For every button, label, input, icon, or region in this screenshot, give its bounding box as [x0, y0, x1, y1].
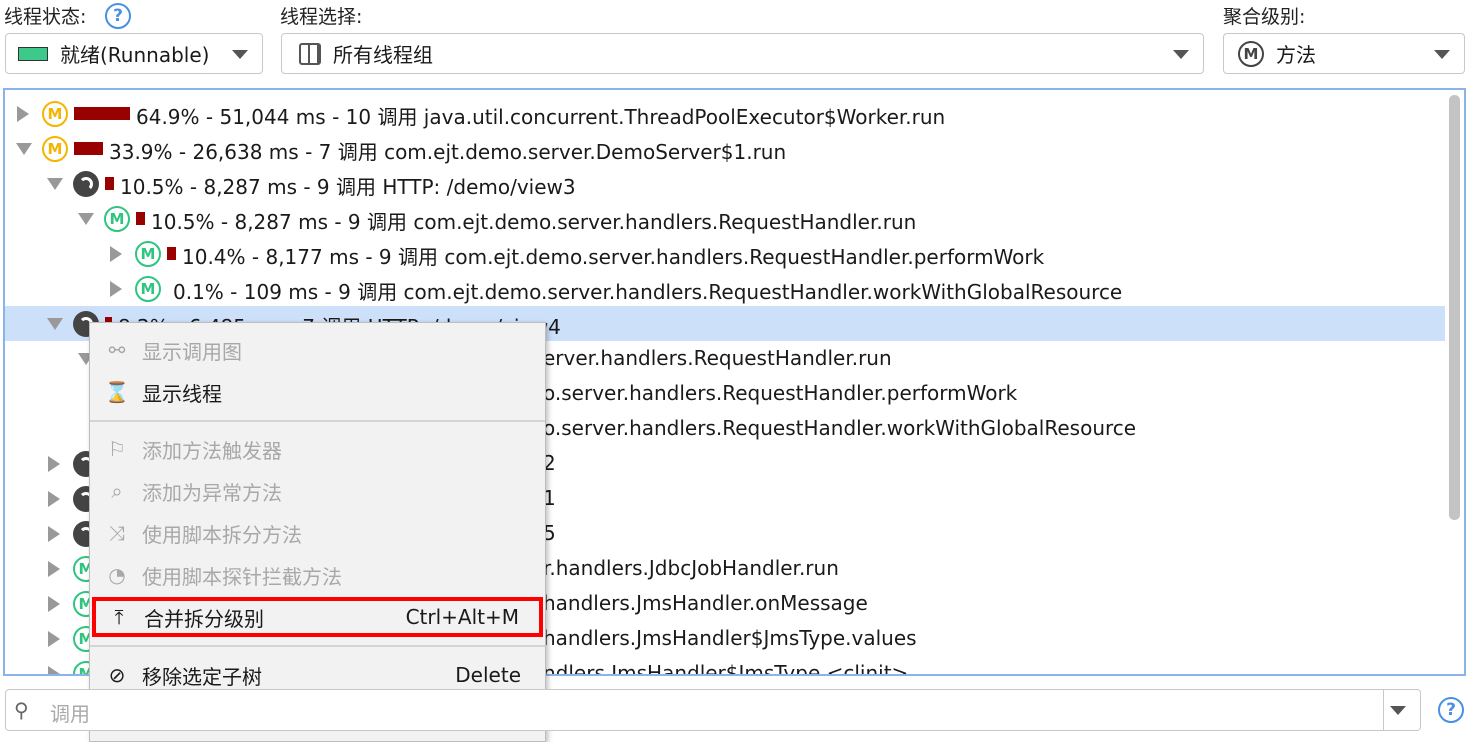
menu-item-label: 使用脚本拆分方法 [142, 522, 302, 547]
row-label: 10.5% - 8,287 ms - 9 调用 com.ejt.demo.ser… [151, 210, 917, 234]
expand-toggle-icon[interactable] [48, 666, 60, 674]
row-label-partial: o.server.handlers.RequestHandler.workWit… [543, 416, 1137, 440]
expand-toggle-icon[interactable] [17, 106, 29, 122]
menu-item-label: 合并拆分级别 [144, 606, 264, 631]
thread-select-label: 线程选择: [280, 6, 363, 28]
search-help-icon[interactable]: ? [1438, 697, 1464, 723]
thread-icon: ⌛ [104, 380, 130, 404]
expand-toggle-icon[interactable] [110, 281, 122, 297]
row-label-partial: ndlers.JmsHandler$JmsType.<clinit> [543, 661, 909, 676]
menu-item-label: 显示线程 [142, 381, 222, 406]
thread-state-label: 线程状态: [4, 6, 87, 28]
row-label-partial: handlers.JmsHandler.onMessage [543, 591, 868, 615]
call-graph-icon: ⚯ [108, 338, 126, 362]
method-icon: M [1238, 40, 1264, 67]
menu-item[interactable]: ◔ 使用脚本探针拦截方法 [90, 554, 545, 596]
aggregation-label: 聚合级别: [1223, 6, 1306, 28]
search-history-dropdown[interactable] [1390, 706, 1406, 715]
menu-item-label: 移除选定子树 [142, 664, 262, 689]
menu-item-shortcut: Ctrl+Alt+M [405, 605, 519, 629]
thread-select-dropdown[interactable]: 所有线程组 [281, 33, 1204, 74]
thread-state-value: 就绪(Runnable) [60, 43, 210, 67]
method-icon: M [104, 206, 130, 232]
menu-item[interactable]: ⌕ 添加为异常方法 [90, 470, 545, 512]
row-label: 10.4% - 8,177 ms - 9 调用 com.ejt.demo.ser… [182, 245, 1045, 269]
eye-slash-icon: ⊘ [108, 663, 126, 687]
tree-row[interactable]: M 0.1% - 109 ms - 9 调用 com.ejt.demo.serve… [5, 271, 1445, 306]
thread-select-value: 所有线程组 [333, 43, 433, 67]
flag-icon: ⚐ [108, 437, 126, 461]
collapse-toggle-icon[interactable] [78, 213, 94, 225]
split-icon: ⤨ [109, 521, 125, 545]
search-field[interactable]: ⚲ 调用 [5, 689, 1421, 731]
percentage-bar [105, 177, 114, 190]
gauge-icon: ◔ [108, 563, 126, 587]
menu-item[interactable]: ⌛ 显示线程 [90, 371, 545, 413]
scrollbar-thumb[interactable] [1449, 95, 1460, 520]
method-icon: M [135, 276, 161, 302]
collapse-toggle-icon[interactable] [16, 143, 32, 155]
merge-icon: ⤒ [114, 605, 124, 629]
runnable-color-swatch [18, 46, 48, 61]
exception-search-icon: ⌕ [111, 479, 123, 503]
expand-toggle-icon[interactable] [48, 596, 60, 612]
tree-row[interactable]: M 10.5% - 8,287 ms - 9 调用 com.ejt.demo.se… [5, 201, 1445, 236]
menu-item[interactable]: ⤨ 使用脚本拆分方法 [90, 512, 545, 554]
aggregation-value: 方法 [1276, 43, 1316, 67]
tree-row[interactable]: M 10.4% - 8,177 ms - 9 调用 com.ejt.demo.se… [5, 236, 1445, 271]
row-label-partial: o.server.handlers.RequestHandler.perform… [543, 381, 1018, 405]
thread-state-dropdown[interactable]: 就绪(Runnable) [5, 33, 263, 74]
aggregation-dropdown[interactable]: M 方法 [1223, 33, 1465, 74]
tree-row[interactable]: 10.5% - 8,287 ms - 9 调用 HTTP: /demo/view… [5, 166, 1445, 201]
menu-separator [90, 420, 545, 422]
row-label: 64.9% - 51,044 ms - 10 调用 java.util.conc… [136, 105, 946, 129]
expand-toggle-icon[interactable] [48, 526, 60, 542]
menu-item-label: 显示调用图 [142, 339, 242, 364]
collapse-toggle-icon[interactable] [47, 318, 63, 330]
row-label: 10.5% - 8,287 ms - 9 调用 HTTP: /demo/view… [120, 175, 576, 199]
help-icon[interactable]: ? [105, 3, 131, 29]
divider [1383, 690, 1384, 730]
expand-toggle-icon[interactable] [48, 456, 60, 472]
method-icon: M [135, 241, 161, 267]
method-icon: M [42, 136, 68, 162]
percentage-bar [74, 107, 130, 120]
menu-item-shortcut: Delete [455, 663, 521, 687]
row-label: 0.1% - 109 ms - 9 调用 com.ejt.demo.server… [173, 280, 1123, 304]
expand-toggle-icon[interactable] [48, 491, 60, 507]
row-label-partial: handlers.JmsHandler$JmsType.values [543, 626, 917, 650]
expand-toggle-icon[interactable] [48, 631, 60, 647]
method-icon: M [42, 101, 68, 127]
chevron-down-icon [1173, 50, 1189, 59]
menu-item[interactable]: ⤒ 合并拆分级别 Ctrl+Alt+M [92, 597, 543, 637]
menu-item-label: 使用脚本探针拦截方法 [142, 564, 342, 589]
menu-separator [90, 645, 545, 647]
percentage-bar [136, 212, 145, 225]
search-placeholder: 调用 [50, 702, 90, 726]
collapse-toggle-icon[interactable] [47, 178, 63, 190]
menu-item-label: 添加为异常方法 [142, 480, 282, 505]
percentage-bar [167, 247, 176, 260]
expand-toggle-icon[interactable] [48, 561, 60, 577]
tree-row[interactable]: M 33.9% - 26,638 ms - 7 调用 com.ejt.demo.s… [5, 131, 1445, 166]
thread-group-icon [299, 42, 321, 65]
row-label-partial: erver.handlers.RequestHandler.run [543, 346, 892, 370]
row-label: 33.9% - 26,638 ms - 7 调用 com.ejt.demo.se… [109, 140, 787, 164]
search-icon: ⚲ [14, 698, 29, 722]
tree-row[interactable]: M 64.9% - 51,044 ms - 10 调用 java.util.con… [5, 96, 1445, 131]
chevron-down-icon [1434, 50, 1450, 59]
context-menu: ⚯ 显示调用图 ⌛ 显示线程 ⚐ 添加方法触发器 ⌕ 添加为异常方法 ⤨ 使用脚本拆分方法 ◔ 使用脚… [89, 322, 546, 742]
percentage-bar [74, 142, 103, 155]
expand-toggle-icon[interactable] [110, 246, 122, 262]
menu-item[interactable]: ⚯ 显示调用图 [90, 329, 545, 371]
menu-item[interactable]: ⚐ 添加方法触发器 [90, 428, 545, 470]
menu-item-label: 添加方法触发器 [142, 438, 282, 463]
globe-icon [73, 171, 99, 197]
row-label-partial: r.handlers.JdbcJobHandler.run [543, 556, 839, 580]
chevron-down-icon [232, 50, 248, 59]
